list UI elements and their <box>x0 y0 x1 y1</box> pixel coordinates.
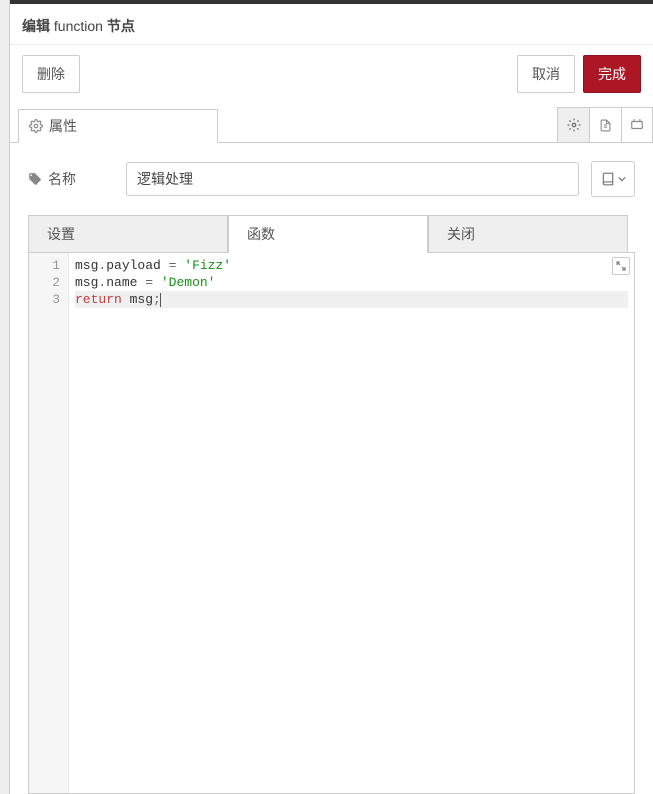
header-suffix: 节点 <box>103 18 135 34</box>
code-lines[interactable]: msg.payload = 'Fizz' msg.name = 'Demon' … <box>69 253 634 793</box>
gear-icon <box>29 119 43 133</box>
expand-editor-button[interactable] <box>612 257 630 275</box>
tag-icon <box>28 172 42 186</box>
code-editor[interactable]: 1 2 3 msg.payload = 'Fizz' msg.name = 'D… <box>28 252 635 794</box>
caret-down-icon <box>618 175 626 183</box>
sub-tab-close[interactable]: 关闭 <box>428 215 628 253</box>
action-row: 删除 取消 完成 <box>10 45 653 107</box>
line-gutter: 1 2 3 <box>29 253 69 793</box>
code-area[interactable]: 1 2 3 msg.payload = 'Fizz' msg.name = 'D… <box>29 253 634 793</box>
tab-description-icon[interactable] <box>589 107 621 142</box>
language-button[interactable] <box>591 161 635 197</box>
code-line[interactable]: return msg; <box>75 291 628 308</box>
tab-properties[interactable]: 属性 <box>18 109 218 143</box>
tab-appearance-icon[interactable] <box>621 107 653 142</box>
cancel-button[interactable]: 取消 <box>517 55 575 93</box>
expand-icon <box>616 261 626 271</box>
panel-header: 编辑 function 节点 <box>10 4 653 45</box>
line-number: 1 <box>41 257 60 274</box>
done-button[interactable]: 完成 <box>583 55 641 93</box>
form-area: 名称 <box>10 143 653 215</box>
code-line[interactable]: msg.payload = 'Fizz' <box>75 257 628 274</box>
left-scroll-strip <box>0 0 10 794</box>
line-number: 2 <box>41 274 60 291</box>
name-label: 名称 <box>28 169 114 189</box>
name-input[interactable] <box>126 162 579 196</box>
header-node-type: function <box>54 18 103 34</box>
sub-tab-setup[interactable]: 设置 <box>28 215 228 253</box>
name-row: 名称 <box>28 161 635 197</box>
tab-row: 属性 <box>10 107 653 143</box>
name-label-text: 名称 <box>48 169 76 189</box>
header-prefix: 编辑 <box>22 18 54 34</box>
text-cursor <box>160 293 161 307</box>
sub-tab-row: 设置 函数 关闭 <box>28 215 635 253</box>
code-line[interactable]: msg.name = 'Demon' <box>75 274 628 291</box>
sub-tab-function[interactable]: 函数 <box>228 215 428 253</box>
line-number: 3 <box>41 291 60 308</box>
book-icon <box>601 172 615 186</box>
delete-button[interactable]: 删除 <box>22 55 80 93</box>
edit-panel: 编辑 function 节点 删除 取消 完成 属性 <box>10 0 653 794</box>
tab-settings-icon[interactable] <box>557 107 589 142</box>
tab-properties-label: 属性 <box>49 116 77 136</box>
